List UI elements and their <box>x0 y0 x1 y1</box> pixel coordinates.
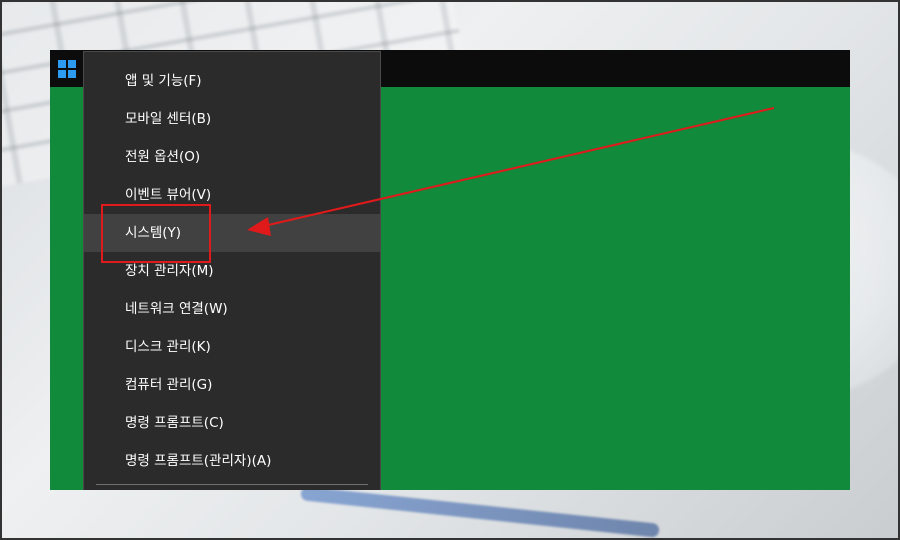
annotation-highlight-box <box>101 204 211 263</box>
menu-divider <box>96 484 368 485</box>
menu-item-command-prompt[interactable]: 명령 프롬프트(C) <box>84 404 380 442</box>
menu-item-mobility-center[interactable]: 모바일 센터(B) <box>84 100 380 138</box>
menu-item-computer-management[interactable]: 컴퓨터 관리(G) <box>84 366 380 404</box>
menu-item-command-prompt-admin[interactable]: 명령 프롬프트(관리자)(A) <box>84 442 380 480</box>
winx-context-menu: 앱 및 기능(F) 모바일 센터(B) 전원 옵션(O) 이벤트 뷰어(V) 시… <box>83 51 381 490</box>
menu-item-disk-management[interactable]: 디스크 관리(K) <box>84 328 380 366</box>
menu-item-network-connections[interactable]: 네트워크 연결(W) <box>84 290 380 328</box>
menu-item-power-options[interactable]: 전원 옵션(O) <box>84 138 380 176</box>
menu-item-apps-features[interactable]: 앱 및 기능(F) <box>84 62 380 100</box>
desktop-screen: 앱 및 기능(F) 모바일 센터(B) 전원 옵션(O) 이벤트 뷰어(V) 시… <box>50 50 850 490</box>
windows-logo-icon <box>58 59 76 78</box>
start-button[interactable] <box>50 50 84 87</box>
pen-photo <box>300 486 660 538</box>
